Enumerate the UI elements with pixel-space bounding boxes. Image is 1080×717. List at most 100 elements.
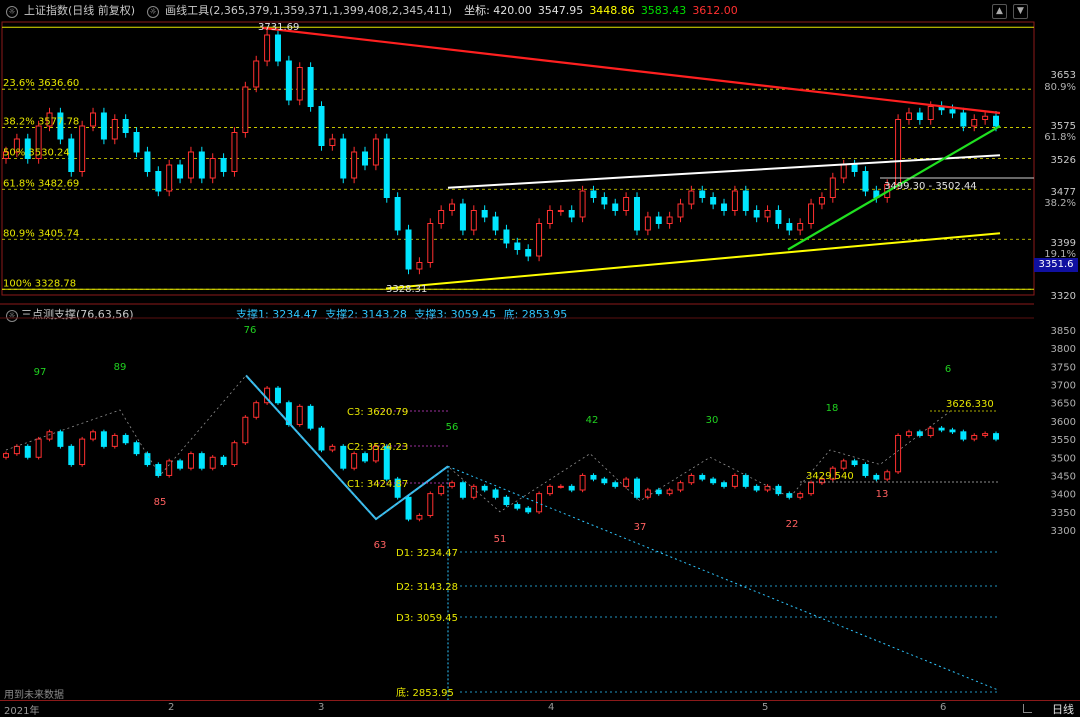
sub-candle-body: [351, 453, 358, 469]
count-label: 56: [446, 422, 459, 433]
sub-candle-body: [546, 485, 553, 495]
date-tick: 5: [762, 702, 769, 713]
count-label: 51: [494, 534, 507, 545]
count-label: 22: [786, 519, 799, 530]
future-data-note: 用到未来数据: [4, 690, 64, 701]
sub-candle-body: [329, 445, 336, 451]
sub-axis-tick: 3300: [1051, 526, 1076, 537]
projection-line: [447, 465, 999, 691]
current-price-tag: 3351.6: [1034, 258, 1078, 272]
sub-candle-body: [274, 387, 281, 404]
sub-candle-body: [35, 438, 42, 458]
sub-candle-body: [46, 431, 53, 440]
sub-candle-body: [405, 496, 412, 520]
sub-candle-body: [851, 460, 858, 466]
sub-candle-body: [481, 485, 488, 491]
sub-candle-body: [982, 433, 989, 436]
sub-candle-body: [187, 453, 194, 469]
support-value-label: 3429.540: [806, 471, 854, 482]
sub-candle-body: [688, 474, 695, 484]
c-level-label: C3: 3620.79: [347, 407, 408, 418]
sub-candle-body: [797, 493, 804, 498]
sub-candle-body: [253, 402, 260, 418]
count-label: 37: [634, 522, 647, 533]
sub-candle-body: [633, 478, 640, 498]
count-label: 42: [586, 415, 599, 426]
sub-candle-body: [470, 485, 477, 498]
count-label: 97: [34, 367, 47, 378]
sub-candle-body: [220, 456, 227, 466]
trace-line: [5, 374, 951, 520]
c-level-label: C2: 3524.23: [347, 442, 408, 453]
sub-candle-body: [677, 482, 684, 491]
sub-candle-body: [557, 485, 564, 488]
count-label: 63: [374, 540, 387, 551]
date-tick: 6: [940, 702, 947, 713]
sub-candle-body: [579, 474, 586, 491]
count-label: 85: [154, 497, 167, 508]
sub-candle-body: [601, 478, 608, 484]
d-level-label: D3: 3059.45: [396, 613, 458, 624]
sub-candle-body: [612, 482, 619, 487]
sub-candle-body: [514, 504, 521, 509]
date-tick: 2: [168, 702, 175, 713]
date-tick: 4: [548, 702, 555, 713]
date-axis: 2021年 2 3 4 5 6 日线: [0, 700, 1080, 717]
sub-candle-body: [808, 482, 815, 495]
sub-candle-body: [122, 434, 129, 444]
sub-candle-body: [938, 427, 945, 431]
sub-candle-body: [340, 445, 347, 469]
sub-candle-body: [362, 453, 369, 462]
sub-candle-body: [198, 453, 205, 469]
sub-candle-body: [3, 453, 9, 458]
sub-candle-body: [927, 427, 934, 436]
sub-candle-body: [742, 474, 749, 487]
sub-candle-body: [307, 405, 314, 429]
sub-candle-body: [459, 482, 466, 498]
count-label: 76: [244, 325, 257, 336]
sub-axis-tick: 3800: [1051, 344, 1076, 355]
sub-candle-body: [133, 442, 140, 455]
sub-indicator-chart[interactable]: 3850 3800 3750 3700 3650 3600 3550 3500 3450 3400…: [0, 0, 1080, 700]
sub-candle-body: [438, 485, 445, 495]
sub-candle-body: [590, 474, 597, 480]
sub-candle-body: [231, 442, 238, 466]
sub-candle-body: [623, 478, 630, 487]
sub-candle-body: [144, 453, 151, 466]
sub-candle-body: [753, 485, 760, 491]
sub-candle-body: [318, 427, 325, 451]
sub-axis-tick: 3700: [1051, 381, 1076, 392]
sub-candle-body: [721, 482, 728, 487]
sub-candle-body: [862, 464, 869, 476]
count-label: 18: [826, 403, 839, 414]
sub-candle-body: [699, 474, 706, 480]
period-icon: [1023, 704, 1032, 713]
sub-candle-body: [873, 474, 880, 480]
sub-candle-body: [775, 485, 782, 495]
sub-candle-body: [449, 482, 456, 487]
sub-axis-tick: 3600: [1051, 417, 1076, 428]
d-level-label: 底: 2853.95: [396, 686, 454, 699]
sub-candle-body: [905, 431, 912, 436]
sub-candle-body: [949, 429, 956, 433]
sub-candle-body: [884, 471, 891, 480]
sub-axis-tick: 3400: [1051, 490, 1076, 501]
sub-candle-body: [666, 489, 673, 495]
sub-candle-body: [960, 431, 967, 440]
sub-candle-body: [79, 438, 86, 466]
sub-candle-body: [971, 434, 978, 440]
sub-candle-body: [525, 507, 532, 513]
sub-axis-tick: 3350: [1051, 508, 1076, 519]
date-tick: 3: [318, 702, 325, 713]
sub-candle-body: [242, 416, 249, 444]
sub-candle-body: [68, 445, 75, 466]
sub-candle-body: [24, 445, 31, 458]
sub-candle-body: [993, 433, 999, 440]
sub-candle-body: [568, 485, 575, 491]
sub-candle-body: [492, 489, 499, 498]
sub-candle-body: [916, 431, 923, 436]
c-level-label: C1: 3424.87: [347, 479, 408, 490]
sub-candle-body: [111, 434, 118, 447]
sub-candle-body: [90, 431, 97, 440]
sub-candle-body: [209, 456, 216, 469]
